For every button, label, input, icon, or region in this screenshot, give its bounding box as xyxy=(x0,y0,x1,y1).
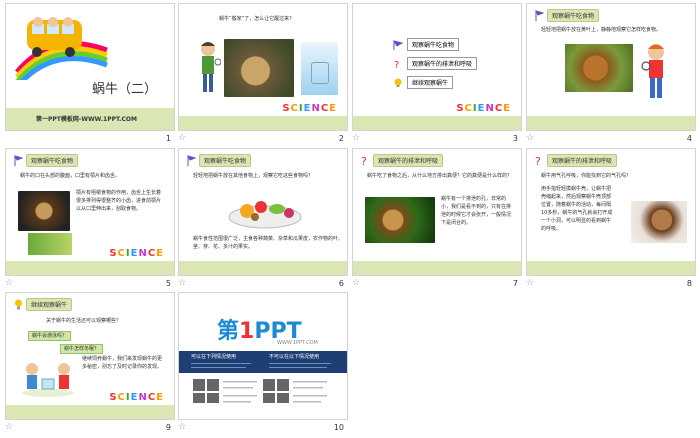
star-icon[interactable]: ☆ xyxy=(5,278,13,288)
slide-preview: 观察蜗牛吃食物 蜗牛的口在头部的腹面，口里有颚片和齿舌。 颚片有咀嚼食物的作用，… xyxy=(5,148,175,276)
slide-number: 6 xyxy=(338,279,344,288)
slide-text: 用手指轻轻摸蜗牛壳，让蜗牛把壳缩起来，然后观察蜗牛壳顶部位置，随着蜗牛的活动，每… xyxy=(541,186,613,232)
question-icon: ? xyxy=(535,155,541,166)
slide-text: 蜗牛有一个排泄的孔，非常的小，我们是看不到的，只有在排泄的时候它才会张开，一般情… xyxy=(441,196,512,226)
boy-with-magnifier-illustration xyxy=(641,44,664,98)
usage-allowed-label: 可以在下列情况使用 xyxy=(191,354,237,360)
slide-preview: 第1PPT WWW.1PPT.COM 可以在下列情况使用 不可以在以下情况使用 xyxy=(178,292,348,420)
slide-thumbnail-2[interactable]: 蜗牛“搬家”了，怎么让它醒过来？ SCIENCE ☆ 2 xyxy=(178,3,348,149)
star-icon[interactable]: ☆ xyxy=(178,278,186,288)
flag-icon xyxy=(14,154,23,166)
slide-preview: 观察蜗牛吃食物 ? 观察蜗牛的排泄和呼吸 继续观察蜗牛 SCIENCE xyxy=(352,3,522,131)
slide-number: 3 xyxy=(512,134,518,143)
slide-text: 蜗牛的口在头部的腹面，口里有颚片和齿舌。 xyxy=(20,173,121,179)
slide-number: 2 xyxy=(338,134,344,143)
slide-preview: ? 观察蜗牛的排泄和呼吸 蜗牛用气孔呼吸，你能找到它的气孔吗？ 用手指轻轻摸蜗牛… xyxy=(526,148,696,276)
question-icon: ? xyxy=(394,60,399,69)
snail-on-leaf-photo xyxy=(365,197,435,243)
science-logo: SCIENCE xyxy=(282,103,337,114)
star-icon[interactable]: ☆ xyxy=(526,278,534,288)
slide-preview: 观察蜗牛吃食物 轻轻地把蜗牛放在黄叶上，静静地观察它怎样吃食物。 xyxy=(526,3,696,131)
snail-breathing-photo xyxy=(631,201,687,243)
svg-text:?: ? xyxy=(394,60,399,69)
slide-thumbnail-1[interactable]: 蜗牛（二） 第一PPT模板网-WWW.1PPT.COM 1 xyxy=(5,3,175,149)
slide-thumbnail-6[interactable]: 观察蜗牛吃食物 轻轻地把蜗牛放在其他食物上，观察它吃这些食物吗？ 蜗牛食性范围很… xyxy=(178,148,348,294)
science-logo: SCIENCE xyxy=(456,103,511,114)
slide-text: 颚片有咀嚼食物的作用，齿舌上生长着很多排列得很整齐的小齿，进食前颚片以从口里伸出… xyxy=(76,190,162,212)
logo-url: WWW.1PPT.COM xyxy=(277,340,318,346)
slide-number: 5 xyxy=(165,279,171,288)
slide-title: 蜗牛（二） xyxy=(92,82,158,97)
science-logo: SCIENCE xyxy=(109,392,164,403)
snail-jar-photo xyxy=(301,42,338,95)
speech-bubble: 蜗牛会游泳吗？ xyxy=(28,331,72,341)
slide-thumbnail-8[interactable]: ? 观察蜗牛的排泄和呼吸 蜗牛用气孔呼吸，你能找到它的气孔吗？ 用手指轻轻摸蜗牛… xyxy=(526,148,696,294)
slide-thumbnail-4[interactable]: 观察蜗牛吃食物 轻轻地把蜗牛放在黄叶上，静静地观察它怎样吃食物。 ☆ 4 xyxy=(526,3,696,149)
footer-text: 第一PPT模板网-WWW.1PPT.COM xyxy=(36,116,137,123)
slide-number: 10 xyxy=(333,423,344,432)
slide-number: 9 xyxy=(165,423,171,432)
slide-thumbnail-7[interactable]: ? 观察蜗牛的排泄和呼吸 蜗牛吃了食物之后，从什么地方排出粪便？它的粪便是什么样… xyxy=(352,148,522,294)
snail-mouth-photo xyxy=(18,191,70,231)
slide-header: 观察蜗牛吃食物 xyxy=(187,153,252,167)
snail-on-leaf-photo xyxy=(565,44,633,92)
snail-photo xyxy=(224,39,294,97)
slide-header: 继续观察蜗牛 xyxy=(14,297,73,311)
slide-text: 轻轻地把蜗牛放在黄叶上，静静地观察它怎样吃食物。 xyxy=(541,27,662,33)
slide-thumbnail-3[interactable]: 观察蜗牛吃食物 ? 观察蜗牛的排泄和呼吸 继续观察蜗牛 SCIENCE ☆ 3 xyxy=(352,3,522,149)
slide-preview: 蜗牛“搬家”了，怎么让它醒过来？ SCIENCE xyxy=(178,3,348,131)
slide-preview: 继续观察蜗牛 关于蜗牛的生活还可以观察哪些？ 蜗牛会游泳吗？ 蜗牛怎样冬眠？ 继… xyxy=(5,292,175,420)
slide-thumbnail-5[interactable]: 观察蜗牛吃食物 蜗牛的口在头部的腹面，口里有颚片和齿舌。 颚片有咀嚼食物的作用，… xyxy=(5,148,175,294)
speech-bubble: 蜗牛怎样冬眠？ xyxy=(60,344,104,354)
svg-text:?: ? xyxy=(535,155,541,166)
slide-preview: 蜗牛（二） 第一PPT模板网-WWW.1PPT.COM xyxy=(5,3,175,131)
flag-icon xyxy=(187,154,196,166)
food-plate-illustration xyxy=(228,201,302,229)
menu-item-3: 继续观察蜗牛 xyxy=(393,76,454,89)
boy-with-magnifier-illustration xyxy=(201,42,221,92)
slide-header: ? 观察蜗牛的排泄和呼吸 xyxy=(361,153,444,167)
star-icon[interactable]: ☆ xyxy=(352,133,360,143)
slide-number: 7 xyxy=(512,279,518,288)
svg-text:?: ? xyxy=(361,155,367,166)
flag-icon xyxy=(393,39,403,50)
star-icon[interactable]: ☆ xyxy=(178,133,186,143)
star-icon[interactable]: ☆ xyxy=(526,133,534,143)
slide-text: 轻轻地把蜗牛放在其他食物上，观察它吃这些食物吗？ xyxy=(193,173,314,179)
slide-text: 蜗牛“搬家”了，怎么让它醒过来？ xyxy=(219,16,295,22)
slide-thumbnail-9[interactable]: 继续观察蜗牛 关于蜗牛的生活还可以观察哪些？ 蜗牛会游泳吗？ 蜗牛怎样冬眠？ 继… xyxy=(5,292,175,438)
science-logo: SCIENCE xyxy=(109,248,164,259)
menu-item-1: 观察蜗牛吃食物 xyxy=(393,38,460,51)
children-observing-illustration xyxy=(22,363,74,397)
slide-text: 蜗牛用气孔呼吸，你能找到它的气孔吗？ xyxy=(541,173,632,179)
slide-preview: ? 观察蜗牛的排泄和呼吸 蜗牛吃了食物之后，从什么地方排出粪便？它的粪便是什么样… xyxy=(352,148,522,276)
menu-item-2: ? 观察蜗牛的排泄和呼吸 xyxy=(393,57,478,70)
slide-text: 继续饲养蜗牛，我们来发现蜗牛的更多秘密，别忘了及时记录你的发现。 xyxy=(82,356,163,370)
star-icon[interactable]: ☆ xyxy=(352,278,360,288)
slide-number: 1 xyxy=(165,134,171,143)
usage-forbidden-label: 不可以在以下情况使用 xyxy=(269,354,320,360)
qr-code-block xyxy=(193,379,327,403)
slide-preview: 观察蜗牛吃食物 轻轻地把蜗牛放在其他食物上，观察它吃这些食物吗？ 蜗牛食性范围很… xyxy=(178,148,348,276)
slide-header: 观察蜗牛吃食物 xyxy=(535,8,600,22)
slide-text: 蜗牛食性范围很广泛，主食各种蔬菜、杂草和瓜果皮，农作物的叶、茎、芽、花、多汁的果… xyxy=(193,236,344,250)
slide-text: 蜗牛吃了食物之后，从什么地方排出粪便？它的粪便是什么样的？ xyxy=(367,173,513,179)
lightbulb-icon xyxy=(15,299,22,309)
rainbow-bus-illustration xyxy=(15,17,108,80)
star-icon[interactable]: ☆ xyxy=(178,422,186,432)
star-icon[interactable]: ☆ xyxy=(5,422,13,432)
snail-eating-photo xyxy=(28,233,72,255)
slide-number: 8 xyxy=(686,279,692,288)
slide-text: 关于蜗牛的生活还可以观察哪些？ xyxy=(46,318,122,324)
slide-header: 观察蜗牛吃食物 xyxy=(14,153,79,167)
question-icon: ? xyxy=(361,155,367,166)
flag-icon xyxy=(535,9,544,21)
slide-thumbnail-10[interactable]: 第1PPT WWW.1PPT.COM 可以在下列情况使用 不可以在以下情况使用 xyxy=(178,292,348,438)
slide-header: ? 观察蜗牛的排泄和呼吸 xyxy=(535,153,618,167)
slide-number: 4 xyxy=(686,134,692,143)
lightbulb-icon xyxy=(394,78,402,87)
info-panel: 可以在下列情况使用 不可以在以下情况使用 xyxy=(179,351,347,373)
